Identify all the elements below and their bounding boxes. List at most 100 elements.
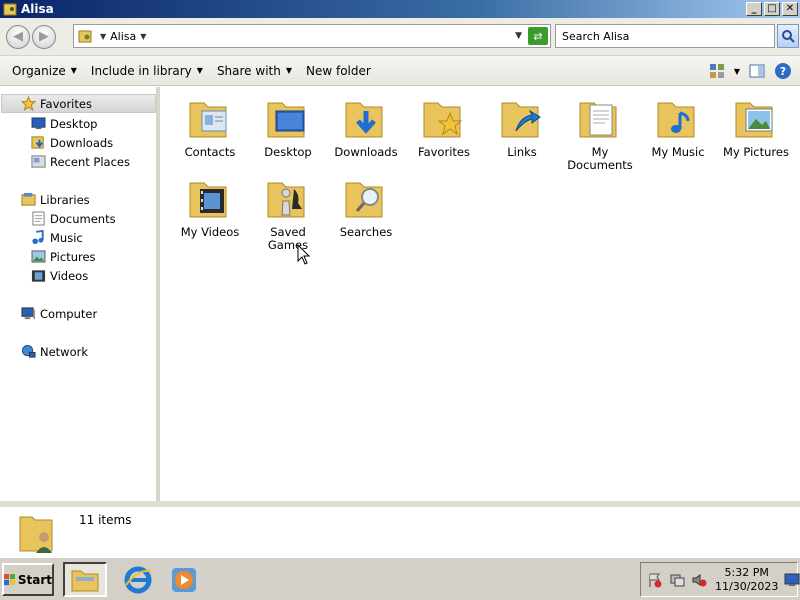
network-status-icon[interactable]: [669, 571, 685, 589]
forward-arrow-icon: ▶: [39, 29, 49, 44]
include-in-library-menu[interactable]: Include in library ▼: [84, 56, 210, 86]
refresh-icon: ⇄: [533, 29, 543, 43]
music-icon: [654, 95, 702, 143]
breadcrumb-alisa[interactable]: Alisa: [110, 30, 136, 43]
folder-label: Downloads: [334, 145, 398, 159]
nav-label: Pictures: [50, 249, 96, 264]
folder-links[interactable]: Links: [484, 95, 560, 159]
clock[interactable]: 5:32 PM 11/30/2023: [715, 566, 778, 594]
search-input[interactable]: Search Alisa: [555, 24, 775, 48]
item-count: 11 items: [79, 513, 132, 527]
window-title: Alisa: [21, 2, 54, 16]
desktop-icon: [30, 116, 46, 132]
folder-user-icon: [3, 3, 17, 16]
breadcrumb-separator-icon[interactable]: ▼: [100, 32, 106, 41]
nav-label: Favorites: [40, 96, 92, 111]
folder-label: Contacts: [184, 145, 236, 159]
nav-documents[interactable]: Documents: [30, 209, 116, 228]
taskbar-media-player-button[interactable]: [162, 562, 206, 597]
music-icon: [30, 230, 46, 246]
nav-label: Music: [50, 230, 83, 245]
folder-label: Saved Games: [267, 225, 309, 252]
folder-label: Desktop: [264, 145, 312, 159]
chevron-down-icon: ▼: [70, 66, 77, 75]
organize-menu[interactable]: Organize ▼: [5, 56, 84, 86]
folder-desktop[interactable]: Desktop: [250, 95, 326, 159]
folder-contacts[interactable]: Contacts: [172, 95, 248, 159]
taskbar-explorer-button[interactable]: [63, 562, 107, 597]
folder-label: My Pictures: [723, 145, 789, 159]
folder-my-music[interactable]: My Music: [640, 95, 716, 159]
folder-user-icon: [19, 516, 53, 553]
preview-pane-icon: [749, 64, 765, 78]
address-bar[interactable]: ▼ Alisa ▼ ▼ ⇄: [73, 24, 551, 48]
minimize-button[interactable]: _: [746, 2, 762, 16]
folder-downloads[interactable]: Downloads: [328, 95, 404, 159]
videos-icon: [186, 175, 234, 223]
nav-desktop[interactable]: Desktop: [30, 114, 97, 133]
show-desktop-icon[interactable]: [784, 571, 800, 589]
downloads-icon: [30, 135, 46, 151]
new-folder-label: New folder: [306, 63, 371, 78]
start-button[interactable]: Start: [2, 563, 54, 596]
documents-icon: [576, 95, 624, 143]
mouse-cursor-icon: [297, 244, 311, 265]
window-title-bar[interactable]: Alisa _ □ ✕: [0, 0, 800, 18]
new-folder-button[interactable]: New folder: [299, 56, 378, 86]
nav-downloads[interactable]: Downloads: [30, 133, 113, 152]
folder-label: My Music: [651, 145, 705, 159]
contacts-icon: [186, 95, 234, 143]
folder-searches[interactable]: Searches: [328, 175, 404, 239]
view-dropdown-icon[interactable]: ▼: [734, 67, 740, 76]
view-icon: [709, 64, 724, 78]
address-history-dropdown-icon[interactable]: ▼: [515, 31, 522, 41]
nav-label: Documents: [50, 211, 116, 226]
command-bar: Organize ▼ Include in library ▼ Share wi…: [0, 56, 800, 86]
preview-pane-button[interactable]: [748, 62, 766, 80]
close-button[interactable]: ✕: [782, 2, 798, 16]
nav-label: Recent Places: [50, 154, 130, 169]
documents-icon: [30, 211, 46, 227]
folder-saved-games[interactable]: Saved Games: [250, 175, 326, 252]
folder-my-documents[interactable]: My Documents: [562, 95, 638, 172]
restore-button[interactable]: □: [764, 2, 780, 16]
folder-label: My Documents: [567, 145, 633, 172]
volume-muted-icon[interactable]: [691, 571, 707, 589]
nav-label: Videos: [50, 268, 89, 283]
folder-label: Searches: [339, 225, 393, 239]
nav-libraries[interactable]: Libraries: [20, 190, 90, 209]
folder-favorites[interactable]: Favorites: [406, 95, 482, 159]
share-with-label: Share with: [216, 63, 281, 78]
nav-computer[interactable]: Computer: [20, 304, 97, 323]
searches-icon: [342, 175, 390, 223]
help-button[interactable]: ?: [774, 62, 792, 80]
change-view-button[interactable]: [708, 62, 726, 80]
nav-pictures[interactable]: Pictures: [30, 247, 96, 266]
folder-my-pictures[interactable]: My Pictures: [718, 95, 794, 159]
folder-my-videos[interactable]: My Videos: [172, 175, 248, 239]
include-in-library-label: Include in library: [90, 63, 192, 78]
nav-network[interactable]: Network: [20, 342, 88, 361]
taskbar-ie-button[interactable]: [116, 562, 160, 597]
address-row: ◀ ▶ ▼ Alisa ▼ ▼ ⇄ Search Alisa: [0, 18, 800, 56]
nav-recent-places[interactable]: Recent Places: [30, 152, 130, 171]
help-icon: ?: [775, 63, 791, 79]
breadcrumb-chevron-icon[interactable]: ▼: [140, 32, 146, 41]
refresh-button[interactable]: ⇄: [528, 27, 548, 45]
desktop-icon: [264, 95, 312, 143]
computer-icon: [20, 306, 36, 322]
nav-favorites[interactable]: Favorites: [1, 94, 156, 113]
forward-button[interactable]: ▶: [32, 24, 56, 49]
organize-label: Organize: [12, 63, 66, 78]
nav-label: Downloads: [50, 135, 114, 150]
action-center-flag-icon[interactable]: [647, 571, 663, 589]
star-icon: [20, 96, 36, 112]
recent-places-icon: [30, 154, 46, 170]
search-button[interactable]: [777, 24, 799, 48]
folder-user-icon: [78, 30, 92, 43]
nav-videos[interactable]: Videos: [30, 266, 88, 285]
nav-music[interactable]: Music: [30, 228, 83, 247]
back-button[interactable]: ◀: [6, 24, 30, 49]
share-with-menu[interactable]: Share with ▼: [210, 56, 299, 86]
nav-label: Computer: [40, 306, 98, 321]
